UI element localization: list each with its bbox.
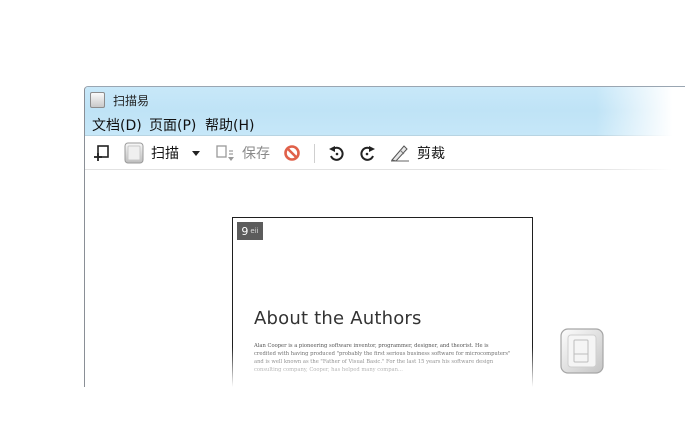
- scanner-device-icon: [560, 328, 604, 374]
- page-number-badge: 9 eii: [237, 222, 263, 240]
- toolbar: 扫描 保存 剪裁: [85, 136, 685, 170]
- chevron-down-icon: [192, 150, 200, 156]
- scan-button[interactable]: 扫描: [123, 136, 179, 169]
- toolbar-separator: [314, 144, 315, 163]
- new-document-icon: [94, 144, 109, 161]
- page-number: 9: [241, 224, 249, 238]
- save-button[interactable]: 保存: [215, 136, 270, 169]
- prohibited-icon: [284, 144, 300, 161]
- stop-button[interactable]: [283, 136, 301, 169]
- rotate-right-icon: [360, 145, 375, 161]
- crop-button[interactable]: 剪裁: [389, 136, 445, 169]
- app-icon: [90, 92, 105, 108]
- menu-document[interactable]: 文档(D): [92, 115, 142, 135]
- title-bar[interactable]: 扫描易: [85, 87, 685, 111]
- page-heading: About the Authors: [254, 308, 422, 329]
- scanner-icon: [124, 142, 144, 163]
- rotate-left-button[interactable]: [327, 136, 345, 169]
- menu-bar: 文档(D) 页面(P) 帮助(H): [85, 111, 685, 136]
- page-thumbnail[interactable]: 9 eii About the Authors Alan Cooper is a…: [232, 217, 533, 387]
- crop-label: 剪裁: [417, 145, 445, 162]
- scan-label: 扫描: [151, 145, 179, 162]
- new-document-button[interactable]: [93, 136, 111, 169]
- save-label: 保存: [242, 145, 270, 162]
- menu-page[interactable]: 页面(P): [149, 115, 196, 135]
- save-page-icon: [216, 144, 234, 161]
- page-number-suffix: eii: [250, 227, 259, 235]
- rotate-left-icon: [329, 145, 344, 161]
- page-paragraph: Alan Cooper is a pioneering software inv…: [254, 343, 511, 373]
- crop-knife-icon: [391, 144, 409, 162]
- scan-dropdown-button[interactable]: [191, 136, 201, 169]
- menu-help[interactable]: 帮助(H): [205, 115, 254, 135]
- window-title: 扫描易: [113, 94, 150, 108]
- rotate-right-button[interactable]: [359, 136, 377, 169]
